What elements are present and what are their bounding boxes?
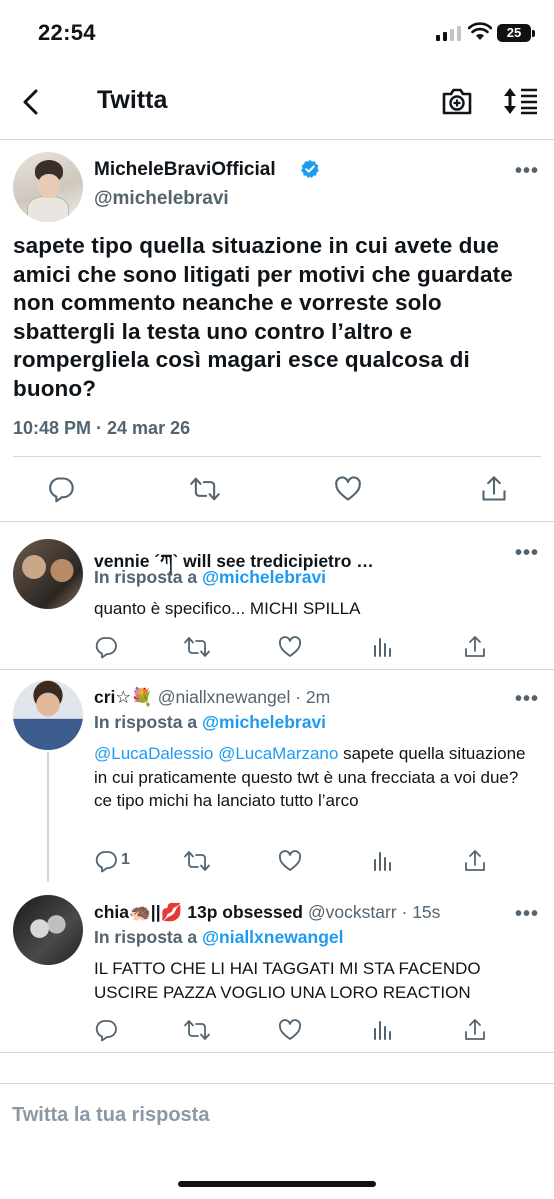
mention-link[interactable]: @michelebravi <box>202 567 326 587</box>
retweet-icon[interactable] <box>183 1018 211 1047</box>
camera-plus-icon[interactable] <box>441 86 473 116</box>
tweet-text: sapete tipo quella situazione in cui ave… <box>13 233 513 401</box>
mention-link[interactable]: @michelebravi <box>202 712 326 732</box>
tweet-actions <box>94 1018 494 1042</box>
tweet-timestamp: 10:48 PM · 24 mar 26 <box>13 418 191 438</box>
in-reply-label: In risposta a <box>94 927 198 947</box>
battery-icon: 25 <box>497 24 531 42</box>
analytics-icon[interactable] <box>371 635 395 664</box>
retweet-icon[interactable] <box>183 849 211 878</box>
tweet-text: quanto è specifico... MICHI SPILLA <box>94 599 361 618</box>
top-nav: Twitta <box>0 64 554 140</box>
tweet-text: @LucaDalessio @LucaMarzano sapete quella… <box>94 742 534 813</box>
reply-input[interactable]: Twitta la tua risposta <box>12 1104 209 1127</box>
retweet-icon[interactable] <box>183 635 211 664</box>
reply-icon[interactable] <box>94 635 118 664</box>
avatar[interactable] <box>13 539 83 609</box>
divider <box>0 1052 554 1053</box>
tweet-actions: 1 <box>94 849 494 873</box>
divider <box>0 521 554 522</box>
in-reply-label: In risposta a <box>94 712 198 732</box>
home-indicator <box>178 1181 376 1187</box>
author-handle[interactable]: @niallxnewangel · 2m <box>158 687 330 707</box>
reply-icon[interactable] <box>47 475 75 503</box>
like-icon[interactable] <box>278 849 302 878</box>
share-icon[interactable] <box>463 849 487 878</box>
analytics-icon[interactable] <box>371 1018 395 1047</box>
analytics-icon[interactable] <box>371 849 395 878</box>
in-reply-label: In risposta a <box>94 567 198 587</box>
divider <box>13 456 541 457</box>
reply-icon[interactable] <box>94 849 118 878</box>
share-icon[interactable] <box>463 1018 487 1047</box>
like-icon[interactable] <box>278 635 302 664</box>
mention-link[interactable]: @LucaMarzano <box>218 744 338 763</box>
mention-link[interactable]: @niallxnewangel <box>202 927 344 947</box>
like-icon[interactable] <box>334 475 362 503</box>
tweet-actions <box>94 635 494 659</box>
thread-line <box>47 752 49 882</box>
battery-nub <box>532 30 535 37</box>
reply-compose-bar[interactable]: Twitta la tua risposta <box>0 1083 554 1149</box>
author-name[interactable]: cri☆💐 <box>94 687 153 707</box>
verified-icon <box>301 159 319 178</box>
author-handle[interactable]: @michelebravi <box>94 188 229 210</box>
status-bar: 22:54 25 <box>0 0 554 64</box>
more-icon[interactable]: ••• <box>515 161 539 181</box>
author-handle[interactable]: @vockstarr · 15s <box>308 902 441 922</box>
page-title: Twitta <box>97 86 168 114</box>
reply-count: 1 <box>121 851 130 868</box>
status-time: 22:54 <box>38 20 96 45</box>
tweet-actions <box>0 475 554 505</box>
more-icon[interactable]: ••• <box>515 904 539 924</box>
retweet-icon[interactable] <box>189 475 221 503</box>
mention-link[interactable]: @LucaDalessio <box>94 744 213 763</box>
divider <box>0 669 554 670</box>
sort-icon[interactable] <box>503 86 539 116</box>
author-name[interactable]: MicheleBraviOfficial <box>94 159 276 181</box>
more-icon[interactable]: ••• <box>515 689 539 709</box>
avatar[interactable] <box>13 152 83 222</box>
wifi-icon <box>468 22 492 40</box>
avatar[interactable] <box>13 895 83 965</box>
share-icon[interactable] <box>480 475 508 503</box>
author-name[interactable]: chia🦔||💋 13p obsessed <box>94 902 303 922</box>
back-arrow-icon[interactable] <box>16 86 48 118</box>
like-icon[interactable] <box>278 1018 302 1047</box>
avatar[interactable] <box>13 680 83 750</box>
tweet-text: IL FATTO CHE LI HAI TAGGATI MI STA FACEN… <box>94 959 481 1002</box>
share-icon[interactable] <box>463 635 487 664</box>
more-icon[interactable]: ••• <box>515 543 539 563</box>
cell-signal-icon <box>436 25 461 41</box>
reply-icon[interactable] <box>94 1018 118 1047</box>
